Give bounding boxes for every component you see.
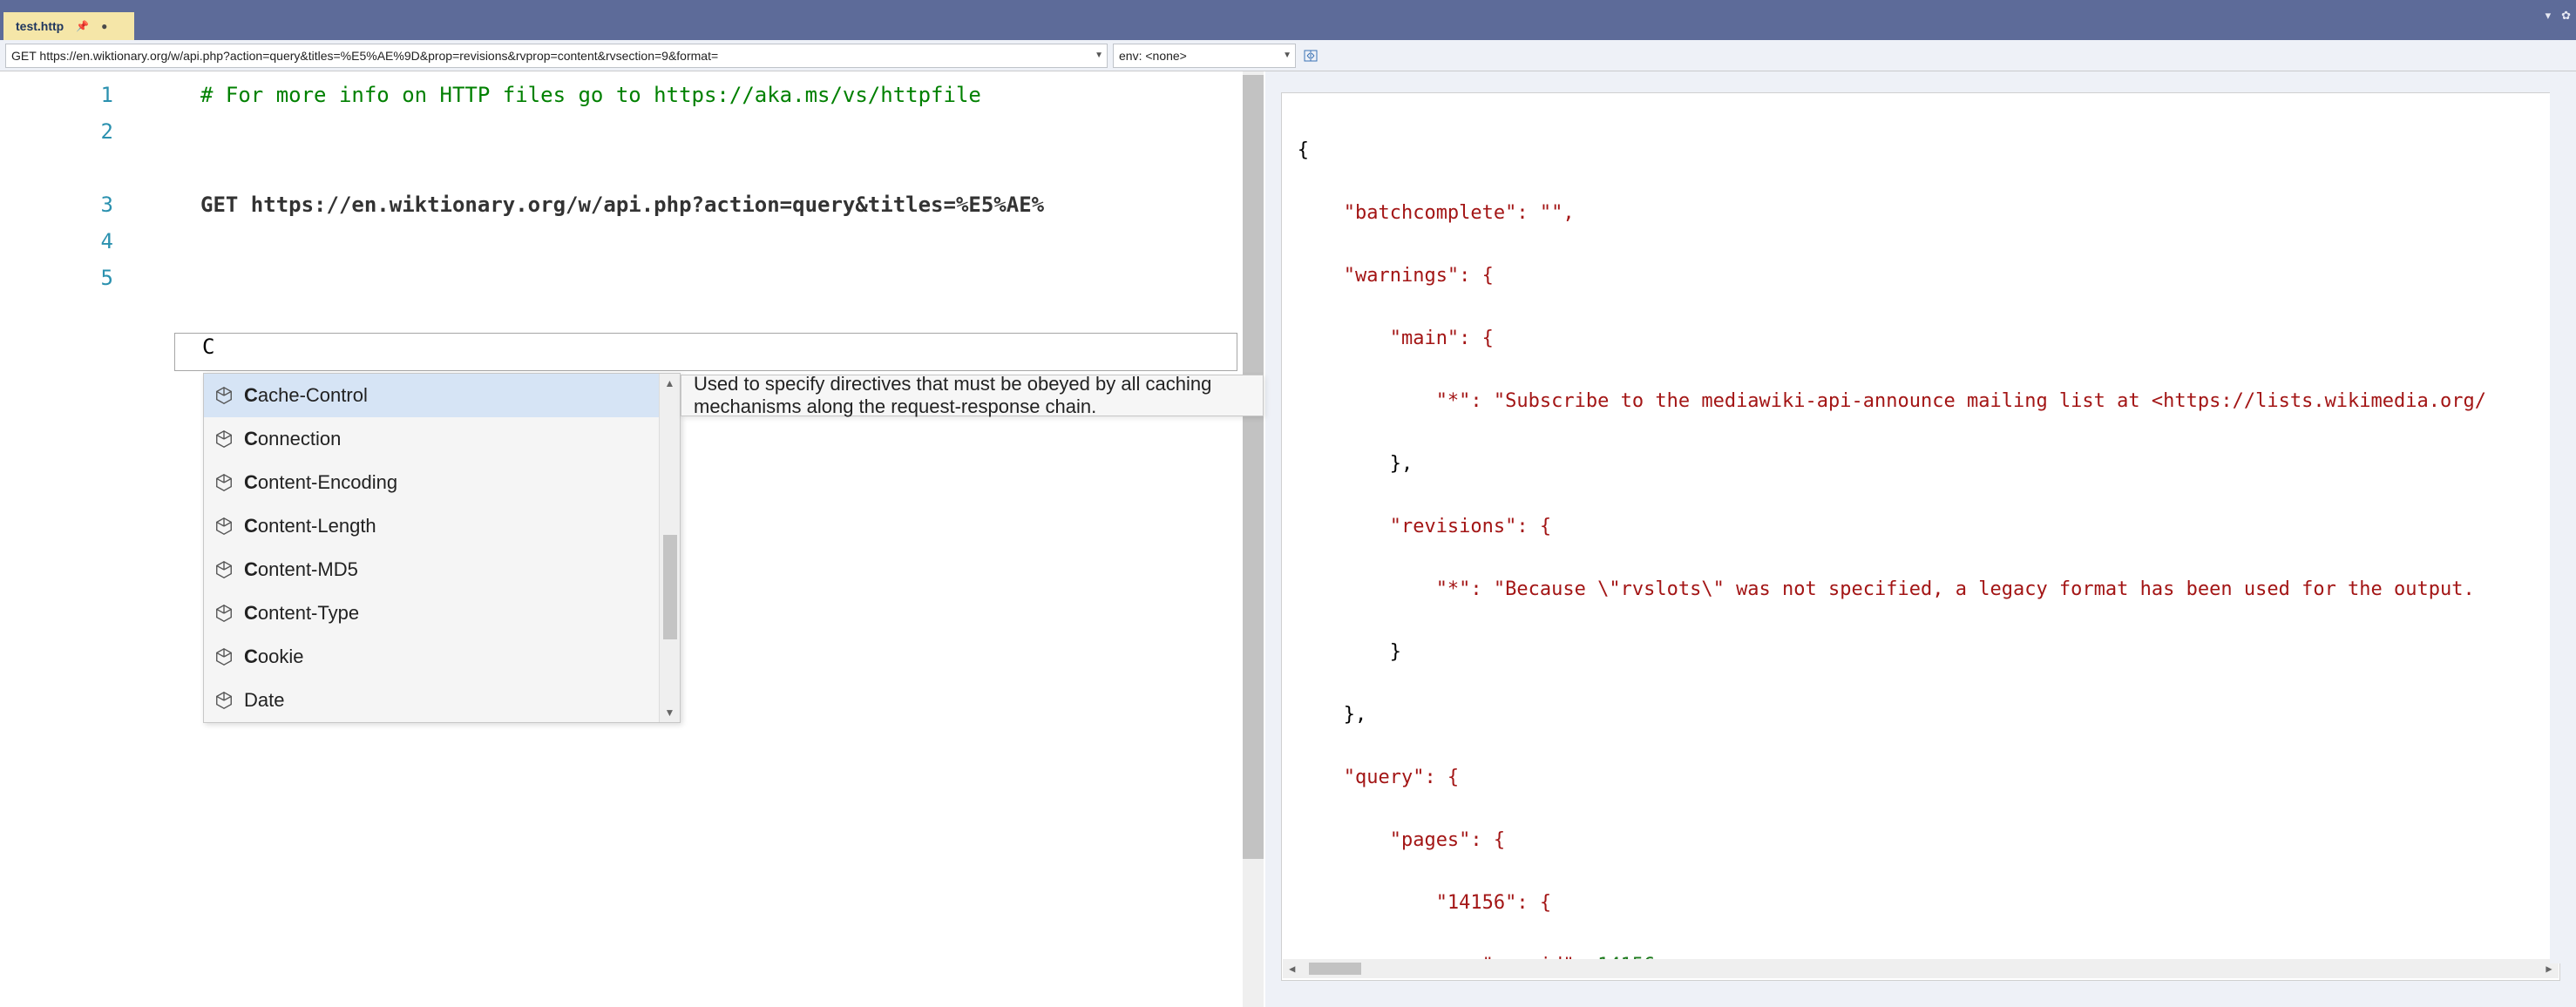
scroll-thumb[interactable] (1309, 963, 1361, 975)
request-selector-text: GET https://en.wiktionary.org/w/api.php?… (11, 49, 718, 63)
intellisense-label: Connection (244, 428, 341, 450)
response-v-scrollbar[interactable] (2550, 92, 2574, 963)
title-bar (0, 0, 2576, 9)
scroll-left-icon[interactable]: ◀ (1283, 953, 1302, 981)
scroll-thumb[interactable] (663, 535, 677, 639)
request-selector[interactable]: GET https://en.wiktionary.org/w/api.php?… (5, 44, 1108, 68)
intellisense-label: Content-Length (244, 515, 376, 537)
http-toolbar: GET https://en.wiktionary.org/w/api.php?… (0, 40, 2576, 71)
intellisense-scrollbar[interactable]: ▲ ▼ (659, 374, 680, 722)
response-h-scrollbar[interactable]: ◀ ▶ (1283, 959, 2559, 978)
line-number: 1 (0, 77, 131, 113)
editor-scrollbar[interactable] (1243, 71, 1264, 1007)
symbol-icon (214, 604, 234, 623)
tooltip-text: Used to specify directives that must be … (694, 373, 1251, 418)
response-pane: { "batchcomplete": "", "warnings": { "ma… (1265, 71, 2576, 1007)
intellisense-label: Content-Type (244, 602, 359, 625)
tab-label: test.http (16, 19, 64, 33)
line-number: 3 (0, 186, 131, 223)
chevron-down-icon[interactable]: ▼ (1283, 51, 1291, 60)
pin-icon[interactable]: 📌 (76, 20, 89, 32)
chevron-down-icon[interactable]: ▼ (1095, 51, 1103, 60)
dirty-indicator-icon: ● (101, 20, 107, 32)
intellisense-item[interactable]: Cache-Control (204, 374, 680, 417)
intellisense-tooltip: Used to specify directives that must be … (681, 375, 1264, 416)
typed-char: C (202, 335, 214, 359)
symbol-icon (214, 429, 234, 449)
environment-text: env: <none> (1119, 49, 1187, 63)
symbol-icon (214, 560, 234, 579)
comment-text: # For more info on HTTP files go to http… (131, 83, 981, 107)
editor-pane[interactable]: 1 2 3 4 5 ⌄ # For more info on HTTP file… (0, 71, 1265, 1007)
document-tabs: test.http 📌 ● ▾ ✿ (0, 9, 2576, 40)
tab-test-http[interactable]: test.http 📌 ● (3, 12, 134, 40)
symbol-icon (214, 386, 234, 405)
intellisense-label: Cookie (244, 645, 303, 668)
split-icon (1304, 49, 1318, 63)
scroll-down-icon[interactable]: ▼ (665, 703, 675, 722)
intellisense-item[interactable]: Content-Length (204, 504, 680, 548)
gear-icon[interactable]: ✿ (2561, 9, 2571, 23)
response-body[interactable]: { "batchcomplete": "", "warnings": { "ma… (1281, 92, 2560, 981)
line-number: 2 (0, 113, 131, 150)
split-panel-button[interactable] (1301, 46, 1320, 65)
symbol-icon (214, 647, 234, 666)
line-number: 4 (0, 223, 131, 260)
request-line: GET https://en.wiktionary.org/w/api.php?… (200, 193, 1044, 217)
intellisense-item[interactable]: Connection (204, 417, 680, 461)
intellisense-label: Cache-Control (244, 384, 368, 407)
intellisense-item[interactable]: Content-Type (204, 591, 680, 635)
intellisense-item[interactable]: Cookie (204, 635, 680, 679)
intellisense-item[interactable]: Content-Encoding (204, 461, 680, 504)
line-number: 5 (0, 260, 131, 296)
line-gutter: 1 2 3 4 5 (0, 71, 131, 1007)
environment-selector[interactable]: env: <none> ▼ (1113, 44, 1296, 68)
intellisense-label: Date (244, 689, 284, 712)
symbol-icon (214, 517, 234, 536)
symbol-icon (214, 691, 234, 710)
symbol-icon (214, 473, 234, 492)
scroll-thumb[interactable] (1243, 75, 1264, 859)
intellisense-item[interactable]: Date (204, 679, 680, 722)
dropdown-icon[interactable]: ▾ (2545, 9, 2552, 23)
intellisense-label: Content-MD5 (244, 558, 358, 581)
scroll-up-icon[interactable]: ▲ (665, 374, 675, 393)
current-line-highlight (174, 333, 1237, 371)
intellisense-item[interactable]: Content-MD5 (204, 548, 680, 591)
intellisense-label: Content-Encoding (244, 471, 397, 494)
main-split: 1 2 3 4 5 ⌄ # For more info on HTTP file… (0, 71, 2576, 1007)
intellisense-popup[interactable]: Cache-Control Connection Content-Encodin… (203, 373, 681, 723)
